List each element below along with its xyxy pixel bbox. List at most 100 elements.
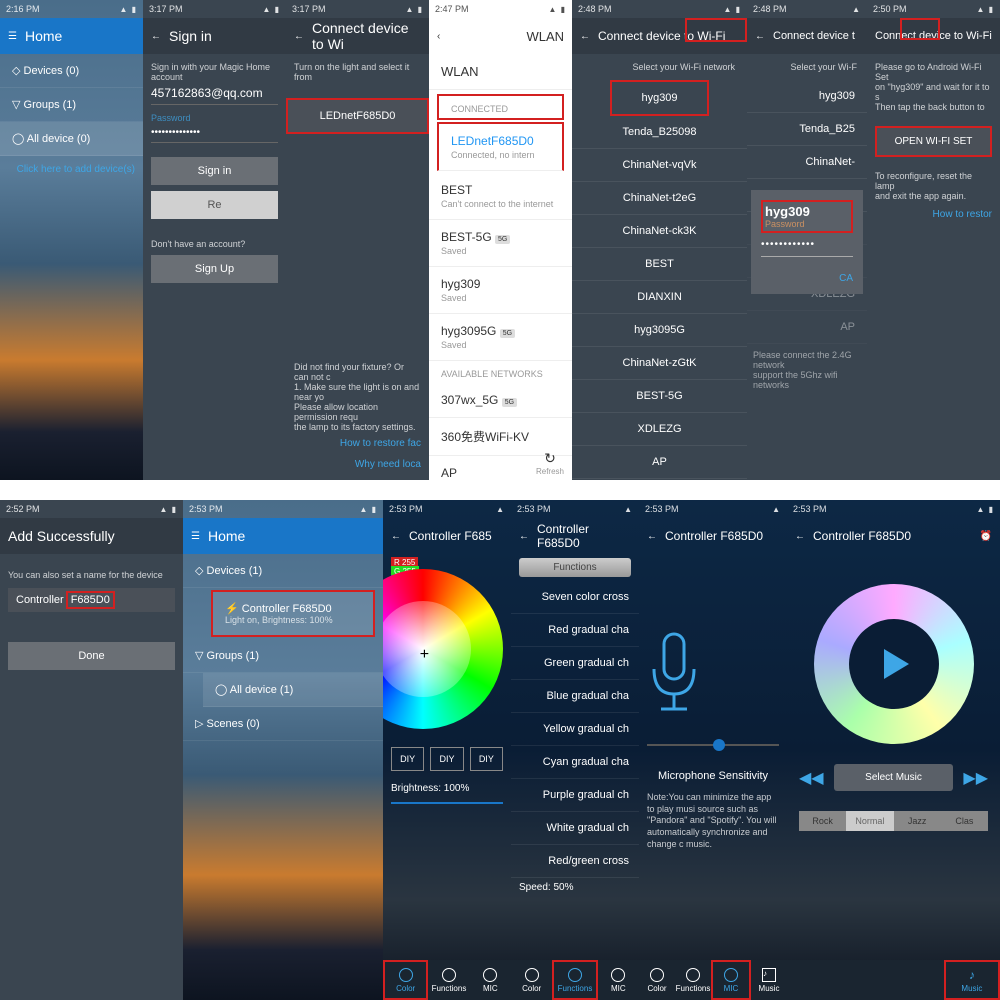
- menu-icon[interactable]: ☰: [8, 31, 17, 42]
- genre-classic[interactable]: Clas: [941, 811, 988, 831]
- brightness-slider[interactable]: [391, 802, 503, 804]
- wifi-item[interactable]: XDLEZG: [572, 413, 747, 446]
- register-button[interactable]: Re: [151, 191, 278, 219]
- back-icon[interactable]: ←: [755, 31, 765, 42]
- all-device-row[interactable]: ◯ All device (0): [0, 122, 143, 156]
- devices-row[interactable]: ◇ Devices (0): [0, 54, 143, 88]
- devices-section[interactable]: ◇ Devices (1): [183, 554, 383, 588]
- all-device-row[interactable]: ◯ All device (1): [203, 673, 383, 707]
- page-title: Controller F685: [409, 529, 492, 543]
- back-icon[interactable]: ‹: [437, 31, 440, 42]
- back-icon[interactable]: ←: [647, 531, 657, 542]
- wifi-item[interactable]: BEST-5G 5GSaved: [429, 220, 572, 267]
- restore-link[interactable]: How to restore fac: [294, 438, 421, 449]
- back-icon[interactable]: ←: [391, 531, 401, 542]
- tab-music[interactable]: ♪Music: [751, 960, 787, 1000]
- page-title: WLAN: [526, 29, 564, 44]
- sensitivity-slider[interactable]: [647, 744, 779, 746]
- screen-open-wifi: 2:50 PM▲ ▮ Connect device to Wi-Fi Pleas…: [867, 0, 1000, 480]
- wifi-item[interactable]: ChinaNet-ck3K: [572, 215, 747, 248]
- clock-icon[interactable]: ⏰: [980, 531, 992, 542]
- function-item[interactable]: Yellow gradual ch: [511, 713, 639, 746]
- wifi-item[interactable]: ChinaNet-vqVk: [572, 149, 747, 182]
- add-device-hint[interactable]: Click here to add device(s): [0, 156, 143, 183]
- color-wheel[interactable]: +: [383, 569, 503, 729]
- genre-jazz[interactable]: Jazz: [894, 811, 941, 831]
- wifi-item[interactable]: DIANXIN: [572, 281, 747, 314]
- device-name-input[interactable]: ControllerF685D0: [8, 588, 175, 612]
- tab-color[interactable]: Color: [383, 960, 428, 1000]
- wifi-item[interactable]: hyg3095G 5GSaved: [429, 314, 572, 361]
- function-item[interactable]: Red gradual cha: [511, 614, 639, 647]
- mic-icon[interactable]: [639, 624, 787, 724]
- function-item[interactable]: Blue gradual cha: [511, 680, 639, 713]
- device-row[interactable]: ⚡ Controller F685D0 Light on, Brightness…: [211, 590, 375, 637]
- tab-color[interactable]: Color: [511, 960, 552, 1000]
- function-item[interactable]: Seven color cross: [511, 581, 639, 614]
- wifi-item[interactable]: AP: [572, 446, 747, 479]
- email-field[interactable]: 457162863@qq.com: [151, 82, 278, 105]
- signin-button[interactable]: Sign in: [151, 157, 278, 185]
- wifi-item[interactable]: 307wx_5G 5G: [429, 383, 572, 418]
- instruction-text: Turn on the light and select it from: [294, 62, 421, 82]
- menu-icon[interactable]: ☰: [191, 531, 200, 542]
- wifi-connected[interactable]: LEDnetF685D0 Connected, no intern: [437, 122, 564, 171]
- music-disc[interactable]: [787, 584, 1000, 744]
- genre-normal[interactable]: Normal: [846, 811, 893, 831]
- diy-button[interactable]: DIY: [430, 747, 463, 771]
- tab-music[interactable]: ♪Music: [944, 960, 1000, 1000]
- open-wifi-button[interactable]: OPEN WI-FI SET: [875, 126, 992, 157]
- back-icon[interactable]: ←: [151, 31, 161, 42]
- screen-home: 2:16 PM▲ ▮ ☰ Home ◇ Devices (0) ▽ Groups…: [0, 0, 143, 480]
- prev-button[interactable]: ◀◀: [799, 768, 824, 788]
- groups-section[interactable]: ▽ Groups (1): [183, 639, 383, 673]
- wlan-toggle-row[interactable]: WLAN: [429, 54, 572, 90]
- function-item[interactable]: Cyan gradual cha: [511, 746, 639, 779]
- function-item[interactable]: White gradual ch: [511, 812, 639, 845]
- password-field[interactable]: ••••••••••••••: [151, 123, 278, 143]
- page-title: Home: [25, 28, 62, 44]
- back-icon[interactable]: ←: [519, 531, 529, 542]
- tab-color[interactable]: Color: [639, 960, 675, 1000]
- genre-rock[interactable]: Rock: [799, 811, 846, 831]
- page-title: Controller F685D0: [813, 529, 911, 543]
- wifi-item[interactable]: ChinaNet-t2eG: [572, 182, 747, 215]
- diy-button[interactable]: DIY: [470, 747, 503, 771]
- functions-dropdown[interactable]: Functions: [519, 558, 631, 577]
- screen-music: 2:53 PM▲ ▮ ←Controller F685D0⏰ ◀◀ Select…: [787, 500, 1000, 1000]
- wifi-item[interactable]: hyg309: [610, 80, 709, 116]
- wifi-item[interactable]: hyg3095G: [572, 314, 747, 347]
- tab-mic[interactable]: MIC: [711, 960, 751, 1000]
- wifi-item[interactable]: Tenda_B25098: [572, 116, 747, 149]
- done-button[interactable]: Done: [8, 642, 175, 670]
- device-item[interactable]: LEDnetF685D0: [286, 98, 429, 134]
- groups-row[interactable]: ▽ Groups (1): [0, 88, 143, 122]
- tab-functions[interactable]: Functions: [552, 960, 597, 1000]
- available-label: AVAILABLE NETWORKS: [429, 361, 572, 383]
- back-icon[interactable]: ←: [294, 31, 304, 42]
- signup-button[interactable]: Sign Up: [151, 255, 278, 283]
- diy-button[interactable]: DIY: [391, 747, 424, 771]
- wifi-item[interactable]: BESTCan't connect to the internet: [429, 173, 572, 220]
- back-icon[interactable]: ←: [580, 31, 590, 42]
- refresh-button[interactable]: ↻Refresh: [536, 450, 564, 476]
- location-link[interactable]: Why need loca: [294, 459, 421, 470]
- tab-functions[interactable]: Functions: [675, 960, 711, 1000]
- password-input[interactable]: ••••••••••••: [761, 233, 853, 257]
- function-item[interactable]: Red/green cross: [511, 845, 639, 878]
- next-button[interactable]: ▶▶: [963, 768, 988, 788]
- wifi-item[interactable]: ChinaNet-zGtK: [572, 347, 747, 380]
- scenes-section[interactable]: ▷ Scenes (0): [183, 707, 383, 741]
- select-music-button[interactable]: Select Music: [834, 764, 954, 791]
- tab-functions[interactable]: Functions: [428, 960, 469, 1000]
- tab-mic[interactable]: MIC: [598, 960, 639, 1000]
- function-item[interactable]: Green gradual ch: [511, 647, 639, 680]
- popup-action[interactable]: CA: [761, 273, 853, 284]
- wifi-item[interactable]: BEST-5G: [572, 380, 747, 413]
- restore-link[interactable]: How to restor: [875, 209, 992, 220]
- wifi-item[interactable]: BEST: [572, 248, 747, 281]
- tab-mic[interactable]: MIC: [470, 960, 511, 1000]
- function-item[interactable]: Purple gradual ch: [511, 779, 639, 812]
- back-icon[interactable]: ←: [795, 531, 805, 542]
- wifi-item[interactable]: hyg309Saved: [429, 267, 572, 314]
